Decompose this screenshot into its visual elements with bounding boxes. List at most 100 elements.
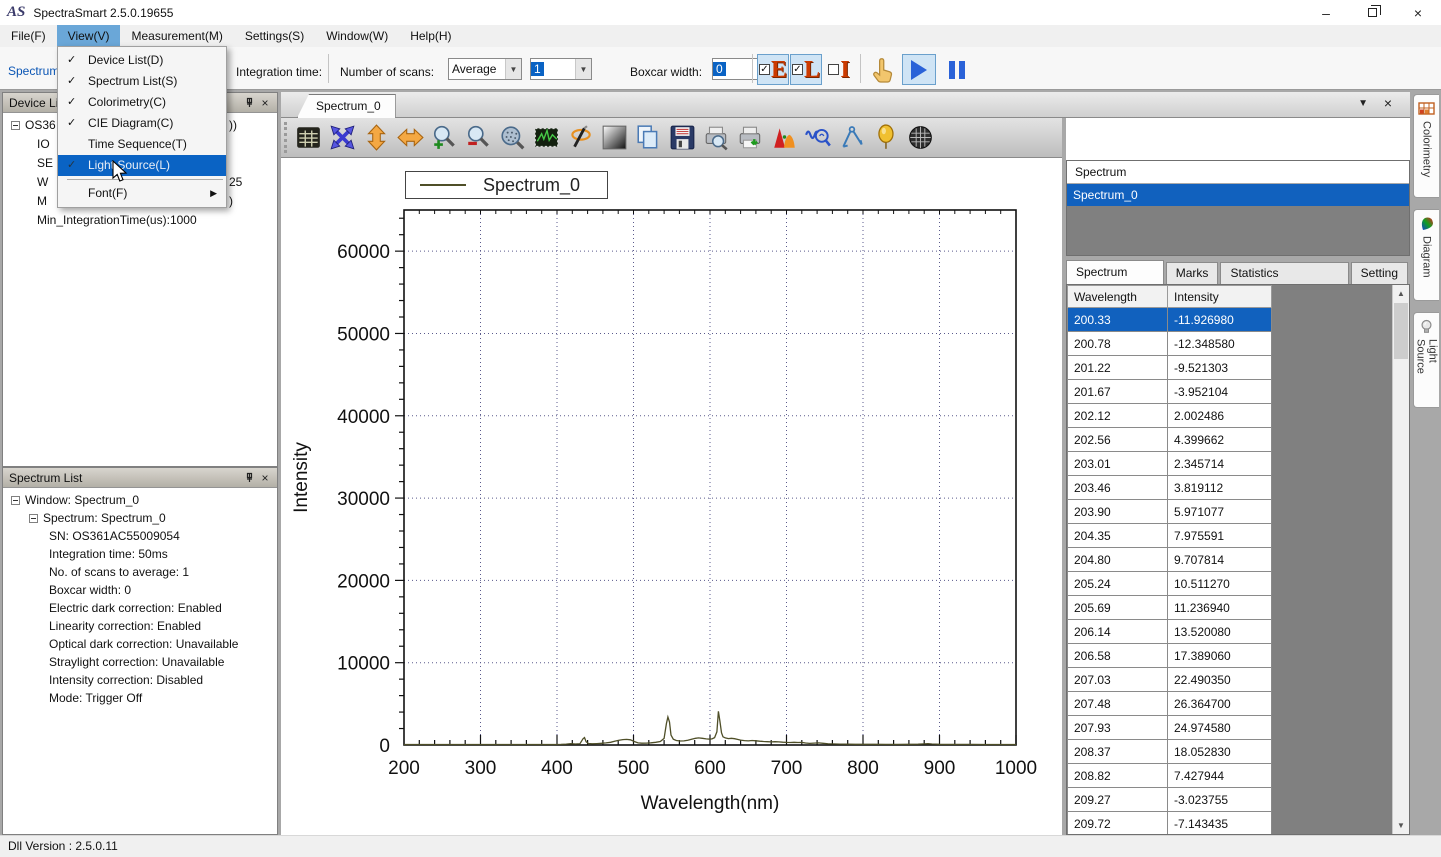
tree-collapse-icon[interactable] <box>29 514 38 523</box>
spectrum-tree-item[interactable]: Straylight correction: Unavailable <box>3 653 277 671</box>
tab-close-icon[interactable]: × <box>1384 95 1392 111</box>
measure-caliper-button[interactable] <box>835 122 869 154</box>
table-row[interactable]: 208.3718.052830 <box>1068 740 1272 764</box>
menu-item-light-source[interactable]: ✓Light Source(L) <box>58 155 226 176</box>
toolbar-spectrum-label[interactable]: Spectrum <box>8 64 59 78</box>
table-row[interactable]: 201.67-3.952104 <box>1068 380 1272 404</box>
side-tab-diagram[interactable]: Diagram <box>1413 209 1439 301</box>
device-tree-item[interactable]: Min_IntegrationTime(us):1000 <box>3 211 277 230</box>
scope-display-button[interactable] <box>529 122 563 154</box>
menu-window[interactable]: Window(W) <box>315 25 399 47</box>
checkbox-icon[interactable] <box>828 64 839 75</box>
zoom-vertical-button[interactable] <box>359 122 393 154</box>
pause-acquisition-button[interactable] <box>942 54 972 85</box>
tab-list-dropdown-icon[interactable]: ▼ <box>1358 98 1368 109</box>
close-icon[interactable]: × <box>257 470 273 486</box>
spectrum-tree-item[interactable]: Window: Spectrum_0 <box>3 491 277 509</box>
checkbox-icon[interactable]: ✓ <box>759 64 770 75</box>
pin-icon[interactable] <box>241 470 257 486</box>
average-select[interactable]: Average ▼ <box>448 58 522 80</box>
table-row[interactable]: 203.012.345714 <box>1068 452 1272 476</box>
table-row[interactable]: 209.27-3.023755 <box>1068 788 1272 812</box>
zoom-region-button[interactable] <box>495 122 529 154</box>
scroll-down-icon[interactable]: ▼ <box>1393 817 1409 834</box>
table-row[interactable]: 200.33-11.926980 <box>1068 308 1272 332</box>
restore-button[interactable] <box>1349 0 1395 25</box>
rotate-wand-button[interactable] <box>563 122 597 154</box>
zoom-out-button[interactable] <box>461 122 495 154</box>
side-tab-light-source[interactable]: Light Source <box>1413 312 1439 408</box>
table-row[interactable]: 204.357.975591 <box>1068 524 1272 548</box>
table-row[interactable]: 207.4826.364700 <box>1068 692 1272 716</box>
table-row[interactable]: 206.5817.389060 <box>1068 644 1272 668</box>
data-table-button[interactable] <box>291 122 325 154</box>
spectrum-list-selected-item[interactable]: Spectrum_0 <box>1067 184 1409 206</box>
spectrum-tree-item[interactable]: Intensity correction: Disabled <box>3 671 277 689</box>
scans-count-combo[interactable]: 1 ▼ <box>530 58 592 80</box>
close-icon[interactable]: × <box>257 95 273 111</box>
copy-button[interactable] <box>631 122 665 154</box>
menu-measurement[interactable]: Measurement(M) <box>120 25 233 47</box>
tab-spectrum-0[interactable]: Spectrum_0 <box>297 94 396 118</box>
table-row[interactable]: 204.809.707814 <box>1068 548 1272 572</box>
table-row[interactable]: 205.6911.236940 <box>1068 596 1272 620</box>
zoom-in-button[interactable] <box>427 122 461 154</box>
table-row[interactable]: 201.22-9.521303 <box>1068 356 1272 380</box>
save-button[interactable] <box>665 122 699 154</box>
tab-spectrum-data[interactable]: Spectrum Data <box>1066 260 1164 284</box>
spectrum-tree-item[interactable]: SN: OS361AC55009054 <box>3 527 277 545</box>
print-preview-button[interactable] <box>699 122 733 154</box>
table-row[interactable]: 208.827.427944 <box>1068 764 1272 788</box>
table-row[interactable]: 207.9324.974580 <box>1068 716 1272 740</box>
print-button[interactable] <box>733 122 767 154</box>
side-tab-colorimetry[interactable]: Colorimetry <box>1413 94 1439 198</box>
menu-view[interactable]: View(V) <box>57 25 121 47</box>
menu-item-colorimetry[interactable]: ✓Colorimetry(C) <box>58 92 226 113</box>
table-row[interactable]: 203.905.971077 <box>1068 500 1272 524</box>
table-scrollbar[interactable]: ▲ ▼ <box>1392 285 1409 834</box>
menu-help[interactable]: Help(H) <box>399 25 462 47</box>
table-row[interactable]: 203.463.819112 <box>1068 476 1272 500</box>
intensity-toggle-button[interactable]: I <box>823 54 855 85</box>
menu-file[interactable]: File(F) <box>0 25 57 47</box>
chart-plot[interactable]: 2003004005006007008009001000010000200003… <box>281 158 1062 835</box>
spectrum-tree-item[interactable]: Optical dark correction: Unavailable <box>3 635 277 653</box>
checkbox-icon[interactable]: ✓ <box>792 64 803 75</box>
wave-search-button[interactable] <box>801 122 835 154</box>
electric-dark-toggle-button[interactable]: ✓E <box>757 54 789 85</box>
spectrum-tree-item[interactable]: No. of scans to average: 1 <box>3 563 277 581</box>
chevron-down-icon[interactable]: ▼ <box>575 59 591 79</box>
pin-icon[interactable] <box>241 95 257 111</box>
spectrum-tree-item[interactable]: Spectrum: Spectrum_0 <box>3 509 277 527</box>
marker-balloon-button[interactable] <box>869 122 903 154</box>
table-row[interactable]: 207.0322.490350 <box>1068 668 1272 692</box>
spectrum-tree-item[interactable]: Integration time: 50ms <box>3 545 277 563</box>
tree-collapse-icon[interactable] <box>11 496 20 505</box>
menu-item-cie-diagram[interactable]: ✓CIE Diagram(C) <box>58 113 226 134</box>
close-button[interactable]: × <box>1395 0 1441 25</box>
tab-marks[interactable]: Marks <box>1166 262 1219 284</box>
tree-collapse-icon[interactable] <box>11 121 20 130</box>
tab-setting[interactable]: Setting <box>1351 262 1408 284</box>
table-row[interactable]: 202.122.002486 <box>1068 404 1272 428</box>
spectrum-tree-item[interactable]: Linearity correction: Enabled <box>3 617 277 635</box>
menu-item-spectrum-list[interactable]: ✓Spectrum List(S) <box>58 71 226 92</box>
gradient-button[interactable] <box>597 122 631 154</box>
table-row[interactable]: 202.564.399662 <box>1068 428 1272 452</box>
start-acquisition-button[interactable] <box>902 54 936 85</box>
tab-statistics-information[interactable]: Statistics Information <box>1220 262 1348 284</box>
toolbar-grip[interactable] <box>284 122 287 153</box>
menu-settings[interactable]: Settings(S) <box>234 25 315 47</box>
scrollbar-thumb[interactable] <box>1394 303 1408 359</box>
table-row[interactable]: 206.1413.520080 <box>1068 620 1272 644</box>
spectrum-tree-item[interactable]: Electric dark correction: Enabled <box>3 599 277 617</box>
table-row[interactable]: 200.78-12.348580 <box>1068 332 1272 356</box>
chevron-down-icon[interactable]: ▼ <box>505 59 521 79</box>
column-header-wavelength[interactable]: Wavelength <box>1068 286 1168 308</box>
table-row[interactable]: 205.2410.511270 <box>1068 572 1272 596</box>
minimize-button[interactable]: – <box>1303 0 1349 25</box>
menu-item-time-sequence[interactable]: Time Sequence(T) <box>58 134 226 155</box>
scroll-up-icon[interactable]: ▲ <box>1393 285 1409 302</box>
menu-item-device-list[interactable]: ✓Device List(D) <box>58 50 226 71</box>
grid-globe-button[interactable] <box>903 122 937 154</box>
